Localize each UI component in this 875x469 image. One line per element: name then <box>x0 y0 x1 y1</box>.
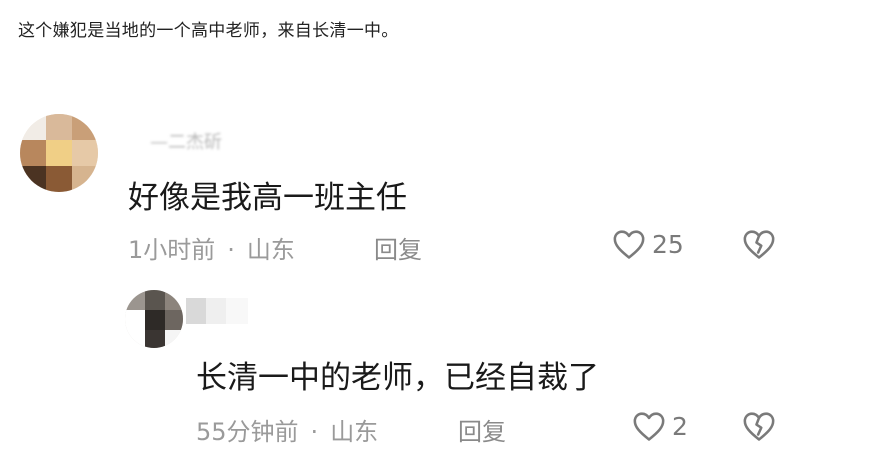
comment-text: 长清一中的老师，已经自裁了 <box>196 360 599 396</box>
avatar[interactable] <box>125 290 183 348</box>
like-count: 25 <box>652 229 684 259</box>
comment-screenshot: —二杰斫 好像是我高一班主任 1小时前 · 山东 回复 25 长清一中的老师，已… <box>0 92 875 469</box>
reply-button[interactable]: 回复 <box>458 412 506 447</box>
separator: · <box>310 418 319 446</box>
comment-location: 山东 <box>330 418 379 446</box>
like-button[interactable]: 25 <box>612 228 684 260</box>
dislike-button[interactable] <box>742 228 776 264</box>
comment-text: 好像是我高一班主任 <box>128 180 407 216</box>
reply-button[interactable]: 回复 <box>374 230 422 265</box>
comment-time: 55分钟前 <box>196 418 299 446</box>
dislike-button[interactable] <box>742 410 776 446</box>
like-button[interactable]: 2 <box>632 410 688 442</box>
username-blurred[interactable] <box>186 298 248 324</box>
heart-outline-icon <box>612 228 646 260</box>
separator: · <box>227 236 235 264</box>
broken-heart-icon <box>742 412 776 446</box>
broken-heart-icon <box>742 230 776 264</box>
comment-location: 山东 <box>246 236 295 264</box>
username[interactable]: —二杰斫 <box>150 128 222 154</box>
comment-meta: 1小时前 · 山东 <box>128 230 295 265</box>
article-caption: 这个嫌犯是当地的一个高中老师，来自长清一中。 <box>18 21 399 41</box>
heart-outline-icon <box>632 410 666 442</box>
avatar[interactable] <box>20 114 98 192</box>
like-count: 2 <box>672 411 688 441</box>
comment-time: 1小时前 <box>128 236 216 264</box>
comment-meta: 55分钟前 · 山东 <box>196 412 378 447</box>
